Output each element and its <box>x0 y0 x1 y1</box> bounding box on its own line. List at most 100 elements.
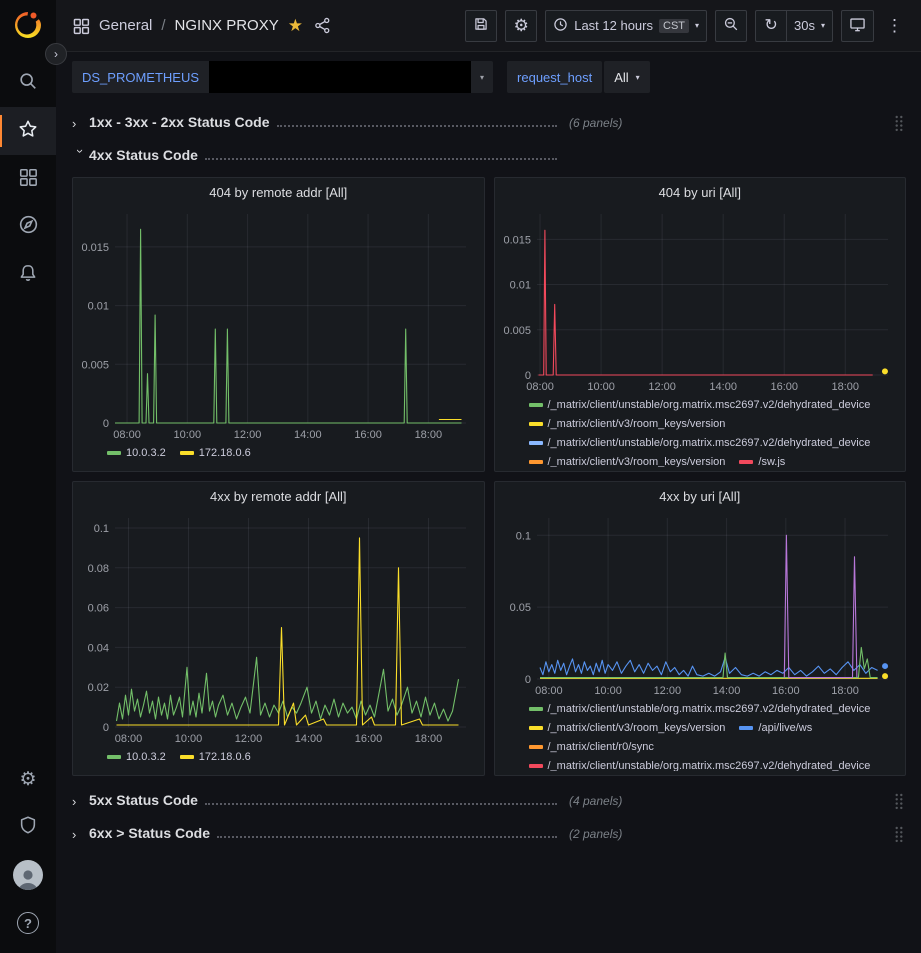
row-header-5xx[interactable]: › 5xx Status Code (4 panels) <box>72 786 906 816</box>
search-icon <box>18 71 38 96</box>
panel-4xx-by-remote-addr: 4xx by remote addr [All] 08:0010:0012:00… <box>72 481 485 776</box>
sidebar-item-server-admin[interactable] <box>0 803 56 851</box>
timeseries-chart[interactable]: 08:0010:0012:0014:0016:0018:0000.050.1 <box>501 510 900 699</box>
svg-text:14:00: 14:00 <box>294 429 322 441</box>
chart-legend[interactable]: 10.0.3.2 172.18.0.6 <box>79 443 478 467</box>
legend-item[interactable]: 10.0.3.2 <box>107 443 166 462</box>
svg-text:0.05: 0.05 <box>509 602 530 614</box>
svg-text:0.01: 0.01 <box>509 280 530 292</box>
refresh-interval-dropdown[interactable]: 30s ▾ <box>786 10 833 42</box>
row-header-1xx-3xx-2xx[interactable]: › 1xx - 3xx - 2xx Status Code (6 panels) <box>72 108 906 138</box>
refresh-interval-label: 30s <box>794 18 815 33</box>
legend-item[interactable]: /api/live/ws <box>739 718 812 737</box>
svg-text:18:00: 18:00 <box>415 733 443 745</box>
timeseries-chart[interactable]: 08:0010:0012:0014:0016:0018:0000.0050.01… <box>501 206 900 395</box>
sidebar-item-help[interactable]: ? <box>0 899 56 947</box>
sidebar-item-starred[interactable] <box>0 107 56 155</box>
legend-item[interactable]: /_matrix/client/unstable/org.matrix.msc2… <box>529 433 871 452</box>
sidebar-item-search[interactable] <box>0 59 56 107</box>
legend-label: /_matrix/client/unstable/org.matrix.msc2… <box>548 399 871 411</box>
zoom-out-button[interactable] <box>715 10 747 42</box>
chart-area: 08:0010:0012:0014:0016:0018:0000.050.1 <box>501 510 900 699</box>
kebab-menu-button[interactable]: ⋮ <box>882 16 907 36</box>
panel-4xx-by-uri: 4xx by uri [All] 08:0010:0012:0014:0016:… <box>494 481 907 776</box>
svg-text:16:00: 16:00 <box>770 381 798 393</box>
dashboard-squares-icon <box>72 17 90 35</box>
row-header-6xx[interactable]: › 6xx > Status Code (2 panels) <box>72 819 906 849</box>
legend-item[interactable]: /_matrix/client/v3/room_keys/version <box>529 414 726 433</box>
legend-item[interactable]: 172.18.0.6 <box>180 747 251 766</box>
breadcrumb-section[interactable]: General <box>99 17 152 34</box>
chevron-right-icon: › <box>72 827 89 842</box>
svg-text:0.005: 0.005 <box>81 359 109 371</box>
legend-item[interactable]: /_matrix/client/v3/room_keys/version <box>529 452 726 467</box>
refresh-button[interactable]: ↻ <box>755 10 787 42</box>
variable-datasource-chevron[interactable]: ▾ <box>471 61 493 93</box>
dashboards-grid-icon <box>18 167 38 192</box>
svg-text:0: 0 <box>524 370 530 382</box>
svg-text:08:00: 08:00 <box>526 381 554 393</box>
legend-label: /_matrix/client/unstable/org.matrix.msc2… <box>548 437 871 449</box>
tv-mode-button[interactable] <box>841 10 874 42</box>
svg-text:0.02: 0.02 <box>88 682 109 694</box>
sidebar-item-dashboards[interactable] <box>0 155 56 203</box>
top-navbar: General / NGINX PROXY ★ <box>56 0 921 52</box>
panel-title[interactable]: 404 by uri [All] <box>501 178 900 206</box>
gear-icon: ⚙ <box>19 770 36 789</box>
help-icon: ? <box>17 912 39 934</box>
legend-item[interactable]: /_matrix/client/unstable/org.matrix.msc2… <box>529 699 871 718</box>
variable-request-host-value[interactable]: All ▾ <box>604 61 649 93</box>
panel-title[interactable]: 404 by remote addr [All] <box>79 178 478 206</box>
legend-swatch <box>529 764 543 768</box>
dashboard-canvas: › 1xx - 3xx - 2xx Status Code (6 panels) <box>56 101 921 953</box>
svg-text:0: 0 <box>103 418 109 430</box>
panel-title[interactable]: 4xx by uri [All] <box>501 482 900 510</box>
legend-swatch <box>107 755 121 759</box>
star-icon <box>18 119 38 144</box>
timeseries-chart[interactable]: 08:0010:0012:0014:0016:0018:0000.0050.01… <box>79 206 478 443</box>
row-drag-handle[interactable] <box>892 791 906 812</box>
chart-legend[interactable]: 10.0.3.2 172.18.0.6 <box>79 747 478 771</box>
chevron-right-icon: › <box>72 794 89 809</box>
sidebar-item-configuration[interactable]: ⚙ <box>0 755 56 803</box>
legend-item[interactable]: 172.18.0.6 <box>180 443 251 462</box>
legend-item[interactable]: /_matrix/client/v3/room_keys/version <box>529 718 726 737</box>
row-drag-handle[interactable] <box>892 113 906 134</box>
compass-icon <box>18 214 39 240</box>
chevron-down-icon: ▾ <box>636 73 640 82</box>
legend-item[interactable]: /_matrix/client/unstable/org.matrix.msc2… <box>529 395 871 414</box>
grafana-logo[interactable] <box>13 10 43 45</box>
sidebar-item-alerting[interactable] <box>0 251 56 299</box>
timeseries-chart[interactable]: 08:0010:0012:0014:0016:0018:0000.020.040… <box>79 510 478 747</box>
row-dotted-leader <box>205 803 557 805</box>
svg-text:10:00: 10:00 <box>175 733 203 745</box>
legend-label: /_matrix/client/unstable/org.matrix.msc2… <box>548 760 871 772</box>
refresh-icon: ↻ <box>764 18 777 34</box>
timezone-badge: CST <box>659 19 689 33</box>
legend-item[interactable]: /_matrix/client/r0/sync <box>529 737 654 756</box>
dashboard-settings-button[interactable]: ⚙ <box>505 10 537 42</box>
share-icon[interactable] <box>314 17 331 34</box>
legend-swatch <box>739 460 753 464</box>
page-title[interactable]: NGINX PROXY <box>175 17 279 34</box>
svg-text:16:00: 16:00 <box>355 733 383 745</box>
variable-datasource-value[interactable] <box>209 61 471 93</box>
legend-item[interactable]: /_matrix/client/unstable/org.matrix.msc2… <box>529 756 871 771</box>
panel-title[interactable]: 4xx by remote addr [All] <box>79 482 478 510</box>
variable-datasource-label[interactable]: DS_PROMETHEUS <box>72 61 209 93</box>
time-picker-button[interactable]: Last 12 hours CST ▾ <box>545 10 707 42</box>
svg-text:10:00: 10:00 <box>587 381 615 393</box>
legend-item[interactable]: 10.0.3.2 <box>107 747 166 766</box>
save-dashboard-button[interactable] <box>465 10 497 42</box>
row-drag-handle[interactable] <box>892 824 906 845</box>
sidebar-item-profile[interactable] <box>0 851 56 899</box>
sidebar-expand-toggle[interactable]: › <box>45 43 67 65</box>
row-header-4xx[interactable]: › 4xx Status Code <box>72 141 906 171</box>
favorite-star-icon[interactable]: ★ <box>288 17 303 34</box>
chart-legend[interactable]: /_matrix/client/unstable/org.matrix.msc2… <box>501 699 900 771</box>
chart-legend[interactable]: /_matrix/client/unstable/org.matrix.msc2… <box>501 395 900 467</box>
legend-item[interactable]: /sw.js <box>739 452 785 467</box>
sidebar-item-explore[interactable] <box>0 203 56 251</box>
row-title-wrap: 1xx - 3xx - 2xx Status Code <box>89 114 557 132</box>
variable-request-host-label[interactable]: request_host <box>507 61 602 93</box>
